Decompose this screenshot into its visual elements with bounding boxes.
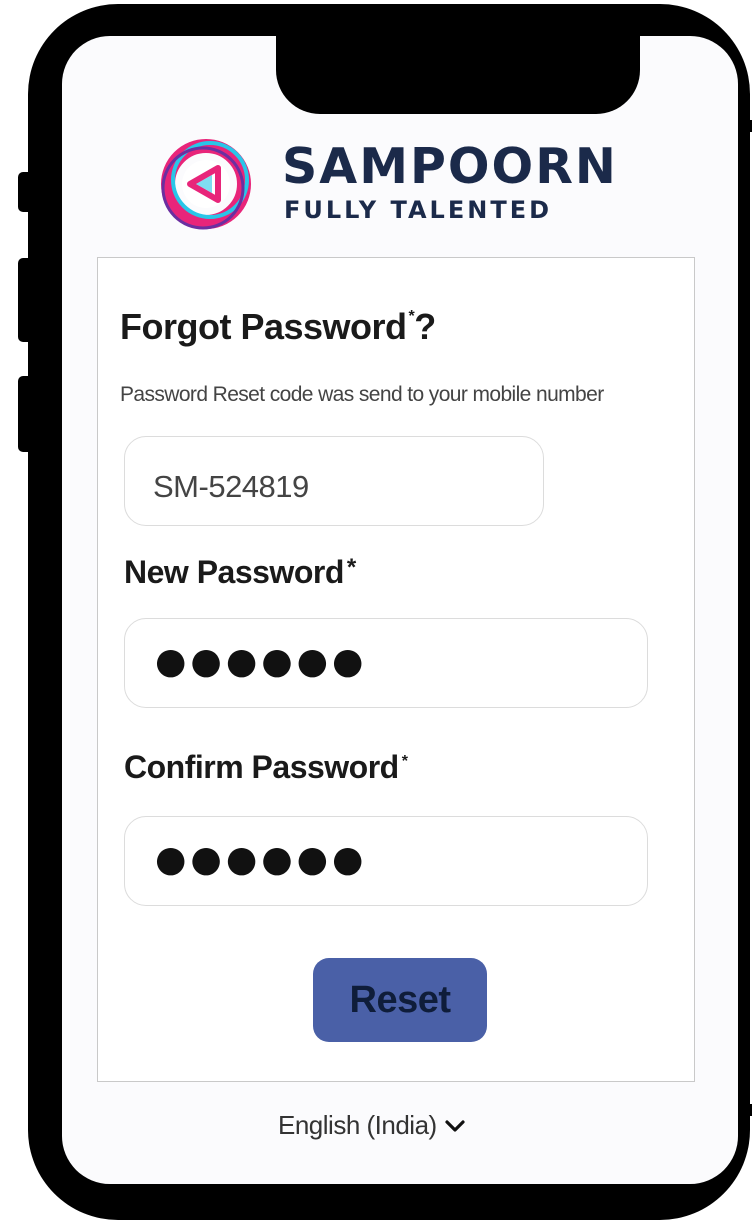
reset-code-message: Password Reset code was send to your mob… (120, 383, 604, 406)
required-asterisk: * (346, 554, 356, 581)
logo-tagline: FULLY TALENTED (284, 196, 553, 224)
new-password-label: New Password * (124, 554, 356, 591)
phone-volume-up-button (18, 258, 34, 342)
phone-volume-down-button (18, 376, 34, 452)
confirm-password-label-text: Confirm Password (124, 749, 399, 785)
confirm-password-input[interactable]: ●●●●●● (124, 816, 648, 906)
reset-button[interactable]: Reset (313, 958, 487, 1042)
new-password-input[interactable]: ●●●●●● (124, 618, 648, 708)
brand-logo: SAMPOORN FULLY TALENTED (146, 134, 616, 234)
title-question-mark: ? (414, 306, 436, 347)
chevron-down-icon (445, 1119, 465, 1132)
language-label: English (India) (278, 1110, 437, 1140)
new-password-masked-value: ●●●●●● (155, 641, 368, 682)
confirm-password-masked-value: ●●●●●● (155, 839, 368, 880)
reset-code-input[interactable]: SM-524819 (124, 436, 544, 526)
phone-edge-mark (30, 118, 34, 128)
reset-code-value: SM-524819 (153, 469, 309, 504)
new-password-label-text: New Password (124, 554, 344, 590)
required-asterisk: * (401, 753, 408, 770)
phone-side-button (18, 172, 34, 212)
title-text: Forgot Password (120, 306, 407, 347)
logo-brand-name: SAMPOORN (282, 138, 618, 195)
phone-notch (276, 36, 640, 114)
confirm-password-label: Confirm Password * (124, 749, 408, 786)
logo-play-icon (161, 139, 251, 230)
phone-edge-mark (30, 1104, 34, 1114)
phone-edge-mark (748, 120, 752, 132)
language-selector[interactable]: English (India) (278, 1110, 465, 1141)
page-title: Forgot Password *? (120, 306, 436, 348)
phone-edge-mark (748, 1104, 752, 1116)
